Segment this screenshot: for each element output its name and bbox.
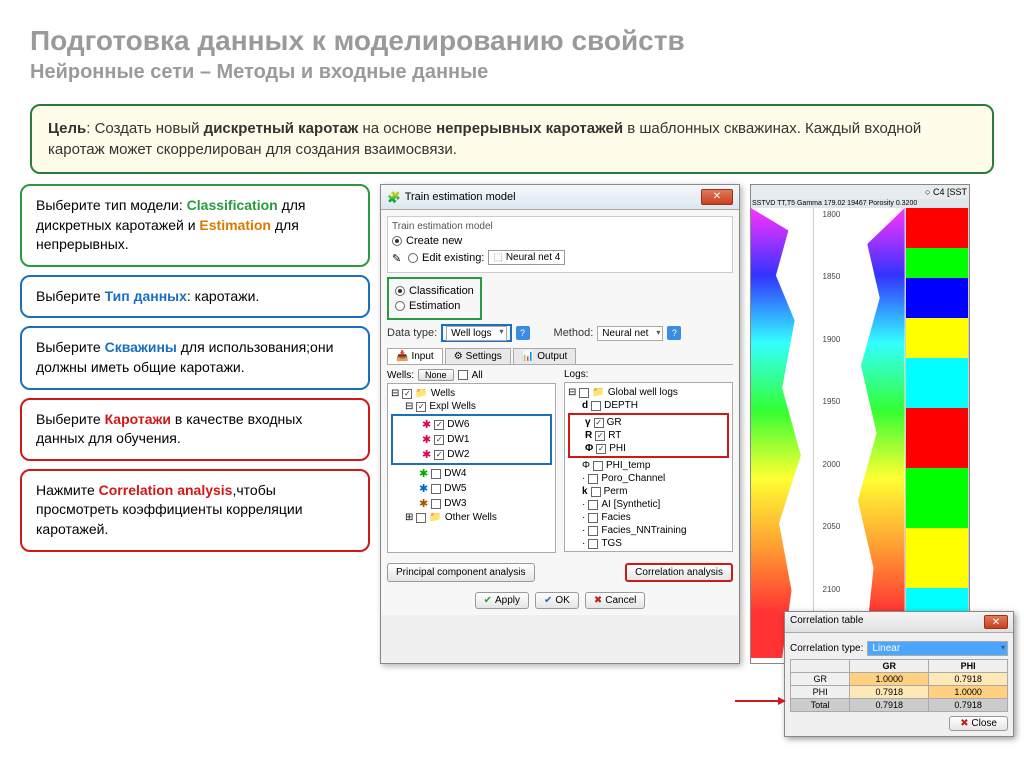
well-item[interactable]: ✱DW3 [391, 496, 552, 511]
dialog-title: Train estimation model [405, 191, 516, 203]
dialog-icon: 🧩 [387, 191, 401, 204]
log-item[interactable]: Φ✓PHI [571, 442, 726, 455]
well-item[interactable]: ✱DW4 [391, 466, 552, 481]
instr-correlation: Нажмите Correlation analysis,чтобы просм… [20, 469, 370, 552]
log-item[interactable]: γ✓GR [571, 416, 726, 429]
log-item[interactable]: ΦPHI_temp [568, 459, 729, 472]
instr-wells: Выберите Скважины для использования;они … [20, 326, 370, 389]
log-item[interactable]: dDEPTH [568, 399, 729, 412]
data-type-label: Data type: [387, 327, 437, 339]
well-item[interactable]: ✱✓DW2 [394, 447, 549, 462]
tab-input[interactable]: 📥Input [387, 348, 443, 364]
instr-logs: Выберите Каротажи в качестве входных дан… [20, 398, 370, 461]
radio-estimation[interactable]: Estimation [395, 300, 474, 312]
train-estimation-dialog: 🧩 Train estimation model ✕ Train estimati… [380, 184, 740, 664]
page-header: Подготовка данных к моделированию свойст… [0, 0, 1024, 94]
cancel-button[interactable]: ✖Cancel [585, 592, 646, 609]
wells-all-checkbox[interactable] [458, 370, 468, 380]
dialog-tabs: 📥Input ⚙Settings 📊Output [387, 348, 733, 365]
well-log-display: ○ C4 [SST SSTVD TT,T5 Gamma 179.02 19467… [750, 184, 970, 664]
section-train: Train estimation model Create new ✎Edit … [387, 216, 733, 273]
method-label: Method: [554, 327, 594, 339]
input-icon: 📥 [396, 351, 408, 362]
ok-button[interactable]: ✔OK [535, 592, 579, 609]
log-item[interactable]: R✓RT [571, 429, 726, 442]
track-header: SSTVD TT,T5 Gamma 179.02 19467 Porosity … [751, 199, 969, 208]
well-item[interactable]: ✱✓DW1 [394, 432, 549, 447]
corr-type-label: Correlation type: [790, 643, 863, 654]
tab-settings[interactable]: ⚙Settings [445, 348, 511, 364]
well-item[interactable]: ✱DW5 [391, 481, 552, 496]
log-item[interactable]: kPerm [568, 485, 729, 498]
help-icon-2[interactable]: ? [667, 326, 681, 340]
window-close-button[interactable]: ✕ [701, 189, 733, 205]
logs-tree[interactable]: ⊟📁Global well logs dDEPTH γ✓GR R✓RT Φ✓PH… [564, 382, 733, 552]
log-item[interactable]: ·AI [Synthetic] [568, 498, 729, 511]
corr-titlebar[interactable]: Correlation table ✕ [785, 612, 1013, 633]
logs-label: Logs: [564, 369, 588, 380]
radio-classification[interactable]: Classification [395, 285, 474, 297]
log-item[interactable]: ·TGS_with_trends [568, 550, 729, 552]
corr-type-dropdown[interactable]: Linear [867, 641, 1008, 656]
goal-box: Цель: Создать новый дискретный каротаж н… [30, 104, 994, 174]
wells-label: Wells: [387, 370, 414, 381]
log-window-header: ○ C4 [SST [751, 185, 969, 199]
correlation-analysis-button[interactable]: Correlation analysis [625, 563, 733, 582]
output-icon: 📊 [522, 351, 534, 362]
data-type-dropdown[interactable]: Well logs [446, 326, 506, 341]
close-icon: ✖ [594, 595, 602, 606]
callout-arrow [735, 700, 780, 702]
corr-close-icon[interactable]: ✕ [984, 615, 1008, 629]
well-item[interactable]: ✱✓DW6 [394, 417, 549, 432]
radio-edit-existing[interactable]: ✎Edit existing: ⬚Neural net 4 [392, 250, 728, 265]
corr-dialog-title: Correlation table [790, 615, 863, 629]
apply-button[interactable]: ✔Apply [475, 592, 529, 609]
dialog-titlebar[interactable]: 🧩 Train estimation model ✕ [381, 185, 739, 210]
existing-model-select[interactable]: ⬚Neural net 4 [488, 250, 565, 265]
page-subtitle: Нейронные сети – Методы и входные данные [30, 61, 994, 84]
depth-track: 1800 1850 1900 1950 2000 2050 2100 2150 [814, 208, 842, 658]
log-item[interactable]: ·Poro_Channel [568, 472, 729, 485]
pencil-icon: ✎ [392, 252, 404, 264]
goal-label: Цель [48, 120, 86, 137]
method-dropdown[interactable]: Neural net [597, 326, 663, 341]
correlation-table: GRPHI GR1.00000.7918 PHI0.79181.0000 Tot… [790, 659, 1008, 712]
correlation-table-dialog: Correlation table ✕ Correlation type: Li… [784, 611, 1014, 737]
wells-none-button[interactable]: None [418, 369, 454, 381]
settings-icon: ⚙ [454, 351, 463, 362]
radio-create-new[interactable]: Create new [392, 235, 728, 247]
model-type-group: Classification Estimation [387, 277, 482, 320]
corr-close-button[interactable]: ✖ Close [949, 716, 1008, 731]
instr-data-type: Выберите Тип данных: каротажи. [20, 275, 370, 319]
pca-button[interactable]: Principal component analysis [387, 563, 535, 582]
check-icon: ✔ [544, 595, 552, 606]
instruction-column: Выберите тип модели: Classification для … [20, 184, 370, 664]
check-icon: ✔ [484, 595, 492, 606]
log-item[interactable]: ·TGS [568, 537, 729, 550]
log-item[interactable]: ·Facies_NNTraining [568, 524, 729, 537]
tab-output[interactable]: 📊Output [513, 348, 576, 364]
page-title: Подготовка данных к моделированию свойст… [30, 25, 994, 57]
log-item[interactable]: ·Facies [568, 511, 729, 524]
instr-model-type: Выберите тип модели: Classification для … [20, 184, 370, 267]
help-icon[interactable]: ? [516, 326, 530, 340]
wells-tree[interactable]: ⊟✓📁Wells ⊟✓Expl Wells ✱✓DW6 ✱✓DW1 ✱✓DW2 … [387, 383, 556, 553]
